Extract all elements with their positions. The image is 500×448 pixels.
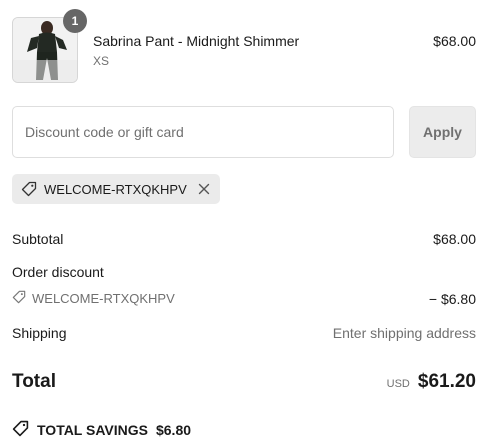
savings-label: TOTAL SAVINGS	[37, 422, 148, 438]
close-icon	[198, 183, 210, 195]
savings-value: $6.80	[155, 422, 192, 438]
shipping-row: Shipping Enter shipping address	[12, 325, 476, 341]
product-name: Sabrina Pant - Midnight Shimmer	[93, 33, 300, 49]
tag-icon	[12, 290, 26, 307]
shipping-value: Enter shipping address	[332, 325, 476, 341]
tag-icon	[12, 420, 29, 440]
subtotal-value: $68.00	[433, 231, 476, 247]
order-discount-label: Order discount	[12, 264, 104, 280]
discount-code-input[interactable]	[12, 106, 394, 158]
cart-line-item: 1 Sabrina Pant - Midnight Shimmer XS $68…	[12, 9, 476, 83]
product-variant: XS	[93, 54, 110, 68]
discount-code-row: WELCOME-RTXQKHPV − $6.80	[12, 290, 476, 307]
total-label: Total	[12, 371, 56, 392]
quantity-badge: 1	[63, 9, 87, 33]
total-amount: $61.20	[417, 371, 476, 392]
subtotal-row: Subtotal $68.00	[12, 231, 476, 247]
applied-code-label: WELCOME-RTXQKHPV	[44, 181, 187, 197]
currency-code: USD	[386, 378, 410, 390]
apply-button[interactable]: Apply	[409, 106, 476, 158]
tag-icon	[21, 181, 37, 197]
shipping-label: Shipping	[12, 325, 67, 341]
product-price: $68.00	[433, 33, 476, 49]
total-savings: TOTAL SAVINGS $6.80	[12, 420, 191, 440]
discount-code-label: WELCOME-RTXQKHPV	[32, 291, 175, 306]
total-amount-group: USD $61.20	[387, 371, 476, 393]
discount-value: − $6.80	[428, 291, 476, 307]
applied-discount-chip: WELCOME-RTXQKHPV	[12, 174, 220, 204]
subtotal-label: Subtotal	[12, 231, 64, 247]
order-discount-row: Order discount	[12, 264, 476, 280]
remove-discount-button[interactable]	[198, 183, 210, 195]
